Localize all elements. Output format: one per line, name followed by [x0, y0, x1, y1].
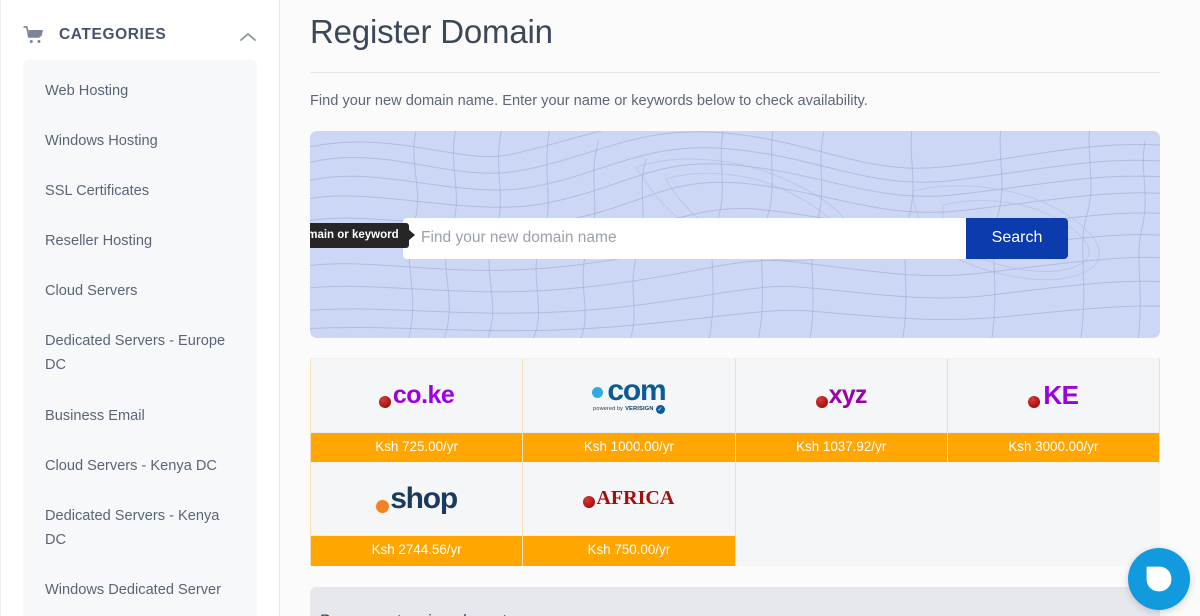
sidebar-item-dedicated-servers-kenya[interactable]: Dedicated Servers - Kenya DC — [23, 491, 257, 565]
sidebar-item-windows-hosting[interactable]: Windows Hosting — [23, 116, 257, 166]
tld-price-xyz: Ksh 1037.92/yr — [735, 432, 947, 463]
coke-dot-icon — [378, 395, 391, 408]
tld-card-coke[interactable]: co.ke Ksh 725.00/yr — [311, 358, 524, 463]
search-input[interactable] — [403, 217, 966, 259]
sidebar-item-web-hosting[interactable]: Web Hosting — [23, 66, 257, 116]
tld-price-africa: Ksh 750.00/yr — [523, 536, 735, 567]
com-logo: com powered by VERISIGN ✓ — [523, 358, 735, 433]
ke-dot-icon — [1028, 395, 1041, 408]
browse-extensions-panel: Browse extensions by category — [310, 587, 1160, 616]
tld-card-com[interactable]: com powered by VERISIGN ✓ Ksh 1000.00/yr — [523, 358, 736, 463]
domain-search-row: Enter a domain or keyword Search — [310, 217, 1068, 259]
browse-extensions-title: Browse extensions by category — [320, 612, 1160, 616]
categories-list: Web Hosting Windows Hosting SSL Certific… — [23, 60, 257, 616]
tld-card-empty-1 — [735, 462, 948, 567]
tld-price-com: Ksh 1000.00/yr — [523, 432, 735, 463]
categories-sidebar: CATEGORIES Web Hosting Windows Hosting S… — [0, 0, 280, 616]
xyz-dot-icon — [815, 395, 828, 408]
domain-search-hero: Enter a domain or keyword Search — [310, 130, 1160, 338]
page-title: Register Domain — [310, 13, 553, 50]
sidebar-item-ssl-certificates[interactable]: SSL Certificates — [23, 166, 257, 216]
africa-logo: AFRICA — [523, 462, 735, 537]
sidebar-item-dedicated-servers-europe[interactable]: Dedicated Servers - Europe DC — [23, 316, 257, 390]
cart-icon — [23, 26, 45, 44]
sidebar-item-business-email[interactable]: Business Email — [23, 391, 257, 441]
com-brand: VERISIGN — [625, 406, 654, 413]
tld-price-coke: Ksh 725.00/yr — [311, 432, 523, 463]
chat-bubble-icon — [1146, 566, 1172, 592]
ke-logo: KE — [947, 358, 1159, 433]
verisign-badge-icon: ✓ — [655, 404, 665, 414]
tld-card-empty-2 — [947, 462, 1160, 567]
xyz-logo: xyz — [735, 358, 947, 433]
page-subtitle: Find your new domain name. Enter your na… — [310, 92, 868, 109]
coke-logo: co.ke — [311, 358, 523, 433]
tld-pricing-grid: co.ke Ksh 725.00/yr com powered by VERIS… — [310, 357, 1160, 567]
tld-card-africa[interactable]: AFRICA Ksh 750.00/yr — [523, 462, 736, 567]
tld-card-shop[interactable]: shop Ksh 2744.56/yr — [311, 462, 524, 567]
shop-logo: shop — [311, 462, 523, 537]
shop-dot-icon — [376, 499, 390, 513]
main-content: Register Domain Find your new domain nam… — [280, 0, 1200, 616]
categories-title: CATEGORIES — [59, 26, 167, 43]
chevron-up-icon[interactable] — [239, 30, 257, 42]
search-tooltip: Enter a domain or keyword — [310, 222, 409, 248]
categories-header[interactable]: CATEGORIES — [1, 0, 279, 58]
tld-price-ke: Ksh 3000.00/yr — [947, 432, 1159, 463]
sidebar-item-windows-dedicated-server[interactable]: Windows Dedicated Server — [23, 565, 257, 615]
tld-card-ke[interactable]: KE Ksh 3000.00/yr — [947, 358, 1160, 463]
chat-widget-button[interactable] — [1128, 548, 1190, 610]
search-button[interactable]: Search — [966, 217, 1068, 259]
register-domain-page: CATEGORIES Web Hosting Windows Hosting S… — [0, 0, 1200, 616]
sidebar-item-cloud-servers[interactable]: Cloud Servers — [23, 266, 257, 316]
sidebar-item-reseller-hosting[interactable]: Reseller Hosting — [23, 216, 257, 266]
com-sublabel: powered by — [593, 406, 624, 413]
tld-price-shop: Ksh 2744.56/yr — [311, 536, 523, 567]
com-dot-icon — [592, 386, 604, 398]
sidebar-item-cloud-servers-kenya[interactable]: Cloud Servers - Kenya DC — [23, 441, 257, 491]
africa-dot-icon — [583, 496, 596, 509]
tld-card-xyz[interactable]: xyz Ksh 1037.92/yr — [735, 358, 948, 463]
